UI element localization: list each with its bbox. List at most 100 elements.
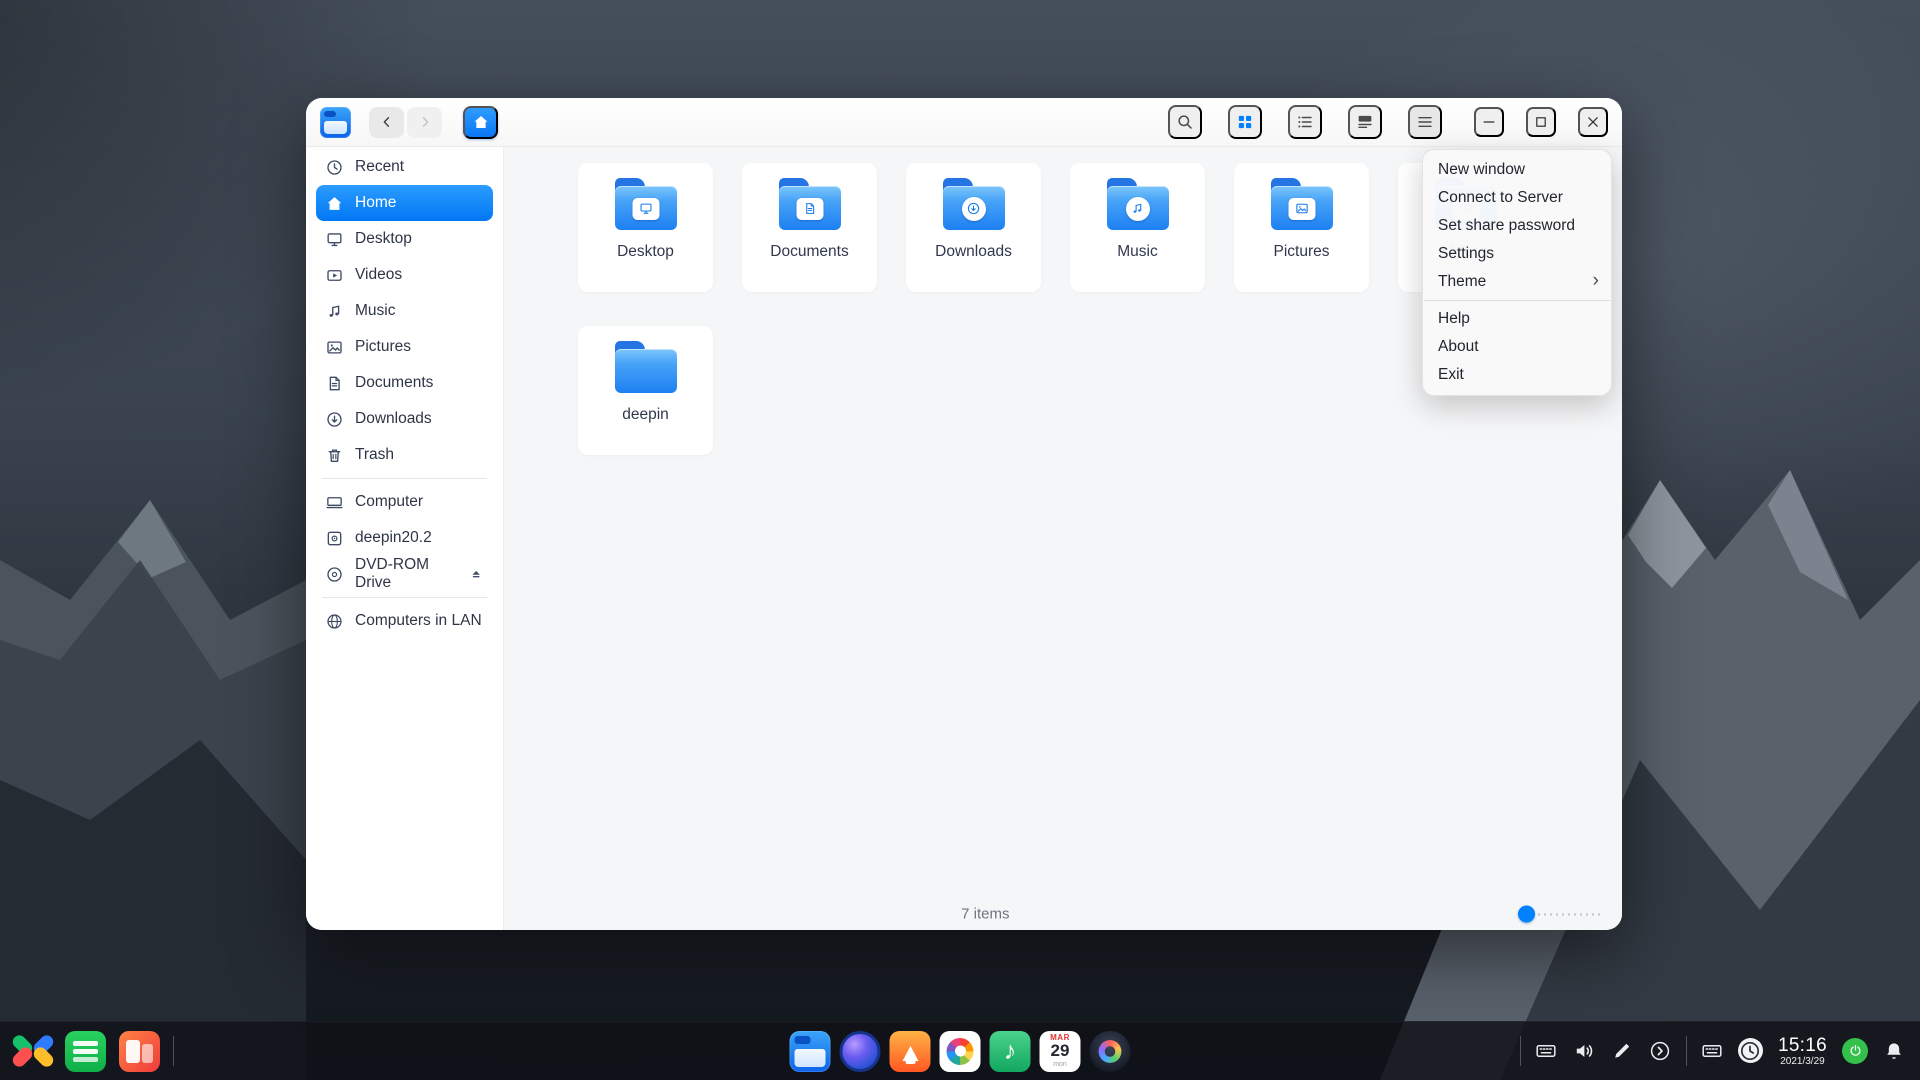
forward-button[interactable] bbox=[407, 107, 442, 138]
tray-keyboard-icon[interactable] bbox=[1534, 1038, 1559, 1063]
sidebar-item-home[interactable]: Home bbox=[316, 185, 493, 221]
sidebar-item-music[interactable]: Music bbox=[316, 293, 493, 329]
divider bbox=[322, 478, 487, 479]
menu-item-settings[interactable]: Settings bbox=[1423, 240, 1611, 268]
file-item-documents[interactable]: Documents bbox=[742, 163, 877, 292]
grid-view-button[interactable] bbox=[1228, 105, 1262, 139]
divider bbox=[1424, 300, 1610, 301]
file-item-music[interactable]: Music bbox=[1070, 163, 1205, 292]
menu-button[interactable] bbox=[1408, 105, 1442, 139]
sidebar-item-desktop[interactable]: Desktop bbox=[316, 221, 493, 257]
taskbar: ♪ MAR 29 mon 15:16 2021/3/29 bbox=[0, 1021, 1920, 1080]
eject-icon[interactable] bbox=[469, 566, 483, 582]
sidebar-item-icon bbox=[325, 612, 344, 631]
slider-knob[interactable] bbox=[1518, 906, 1535, 923]
file-manager-app-icon bbox=[320, 107, 351, 138]
file-label: Downloads bbox=[935, 243, 1012, 261]
menu-item-help[interactable]: Help bbox=[1423, 305, 1611, 333]
dock-separator bbox=[173, 1036, 174, 1066]
sidebar-item-trash[interactable]: Trash bbox=[316, 437, 493, 473]
search-button[interactable] bbox=[1168, 105, 1202, 139]
menu-item-about[interactable]: About bbox=[1423, 333, 1611, 361]
file-label: Music bbox=[1117, 243, 1157, 261]
icon-size-slider[interactable] bbox=[1518, 906, 1604, 923]
file-label: Desktop bbox=[617, 243, 674, 261]
slider-track bbox=[1538, 913, 1604, 915]
menu-item-theme[interactable]: Theme bbox=[1423, 268, 1611, 296]
tray-onboard-keyboard-icon[interactable] bbox=[1700, 1038, 1725, 1063]
sidebar-item-label: Downloads bbox=[355, 410, 432, 428]
folder-emblem bbox=[1126, 197, 1150, 221]
tray-screenshot-icon[interactable] bbox=[1610, 1038, 1635, 1063]
column-view-button[interactable] bbox=[1348, 105, 1382, 139]
sidebar-item-label: Pictures bbox=[355, 338, 411, 356]
sidebar-item-documents[interactable]: Documents bbox=[316, 365, 493, 401]
sidebar-item-computer[interactable]: Computer bbox=[316, 484, 493, 520]
folder-icon bbox=[941, 178, 1007, 232]
tray-power-icon[interactable] bbox=[1842, 1038, 1868, 1064]
folder-emblem bbox=[1288, 198, 1315, 220]
menu-item-label: Settings bbox=[1438, 245, 1494, 263]
file-item-desktop[interactable]: Desktop bbox=[578, 163, 713, 292]
list-view-button[interactable] bbox=[1288, 105, 1322, 139]
keyboard-icon bbox=[1534, 1039, 1558, 1063]
taskbar-left bbox=[0, 1031, 174, 1072]
tray-expand-icon[interactable] bbox=[1648, 1038, 1673, 1063]
dock-multitasking-view-icon[interactable] bbox=[119, 1031, 160, 1072]
clock-icon bbox=[1738, 1039, 1762, 1063]
file-item-downloads[interactable]: Downloads bbox=[906, 163, 1041, 292]
music-note-icon: ♪ bbox=[1004, 1039, 1017, 1064]
folder-emblem-icon bbox=[1130, 201, 1145, 216]
dock-photos-icon[interactable] bbox=[940, 1031, 981, 1072]
grid-view-icon bbox=[1235, 112, 1255, 132]
sidebar-item-pictures[interactable]: Pictures bbox=[316, 329, 493, 365]
hamburger-menu-icon bbox=[1415, 112, 1435, 132]
sidebar-item-deepin20-2[interactable]: deepin20.2 bbox=[316, 520, 493, 556]
close-button[interactable] bbox=[1578, 107, 1608, 137]
sidebar-item-dvd-rom-drive[interactable]: DVD-ROM Drive bbox=[316, 556, 493, 592]
search-icon bbox=[1175, 112, 1195, 132]
maximize-button[interactable] bbox=[1526, 107, 1556, 137]
keyboard-icon bbox=[1700, 1039, 1724, 1063]
dock-file-manager-icon[interactable] bbox=[790, 1031, 831, 1072]
dock-browser-icon[interactable] bbox=[840, 1031, 881, 1072]
file-item-deepin[interactable]: deepin bbox=[578, 326, 713, 455]
menu-item-label: Connect to Server bbox=[1438, 189, 1563, 207]
taskbar-clock[interactable]: 15:16 2021/3/29 bbox=[1776, 1035, 1829, 1067]
sidebar-item-recent[interactable]: Recent bbox=[316, 149, 493, 185]
back-button[interactable] bbox=[369, 107, 404, 138]
menu-item-new-window[interactable]: New window bbox=[1423, 156, 1611, 184]
home-address-button[interactable] bbox=[463, 106, 498, 139]
dock-calendar-icon[interactable]: MAR 29 mon bbox=[1040, 1031, 1081, 1072]
file-item-pictures[interactable]: Pictures bbox=[1234, 163, 1369, 292]
file-label: Documents bbox=[770, 243, 848, 261]
menu-item-connect-to-server[interactable]: Connect to Server bbox=[1423, 184, 1611, 212]
sidebar-item-downloads[interactable]: Downloads bbox=[316, 401, 493, 437]
sidebar-item-icon bbox=[325, 194, 344, 213]
folder-emblem bbox=[962, 197, 986, 221]
file-label: deepin bbox=[622, 406, 669, 424]
clock-date: 2021/3/29 bbox=[1778, 1056, 1827, 1067]
minimize-button[interactable] bbox=[1474, 107, 1504, 137]
menu-item-label: Exit bbox=[1438, 366, 1464, 384]
notification-center-icon[interactable] bbox=[1881, 1038, 1906, 1063]
folder-emblem-icon bbox=[1294, 201, 1309, 216]
launcher-icon[interactable] bbox=[14, 1032, 52, 1070]
sidebar-item-computers-in-lan[interactable]: Computers in LAN bbox=[316, 603, 493, 639]
sidebar-item-icon bbox=[325, 446, 344, 465]
sidebar-item-label: deepin20.2 bbox=[355, 529, 432, 547]
window-titlebar[interactable] bbox=[306, 98, 1622, 147]
dock-system-monitor-icon[interactable] bbox=[65, 1031, 106, 1072]
tray-volume-icon[interactable] bbox=[1572, 1038, 1597, 1063]
sidebar-item-icon bbox=[325, 565, 344, 584]
dock-app-store-icon[interactable] bbox=[890, 1031, 931, 1072]
menu-item-set-share-password[interactable]: Set share password bbox=[1423, 212, 1611, 240]
dock-control-center-icon[interactable] bbox=[1090, 1031, 1131, 1072]
menu-item-exit[interactable]: Exit bbox=[1423, 361, 1611, 389]
tray-clock-icon[interactable] bbox=[1738, 1038, 1763, 1063]
sidebar-item-icon bbox=[325, 158, 344, 177]
sidebar-item-videos[interactable]: Videos bbox=[316, 257, 493, 293]
column-view-icon bbox=[1355, 112, 1375, 132]
sidebar-item-label: Trash bbox=[355, 446, 394, 464]
dock-music-icon[interactable]: ♪ bbox=[990, 1031, 1031, 1072]
